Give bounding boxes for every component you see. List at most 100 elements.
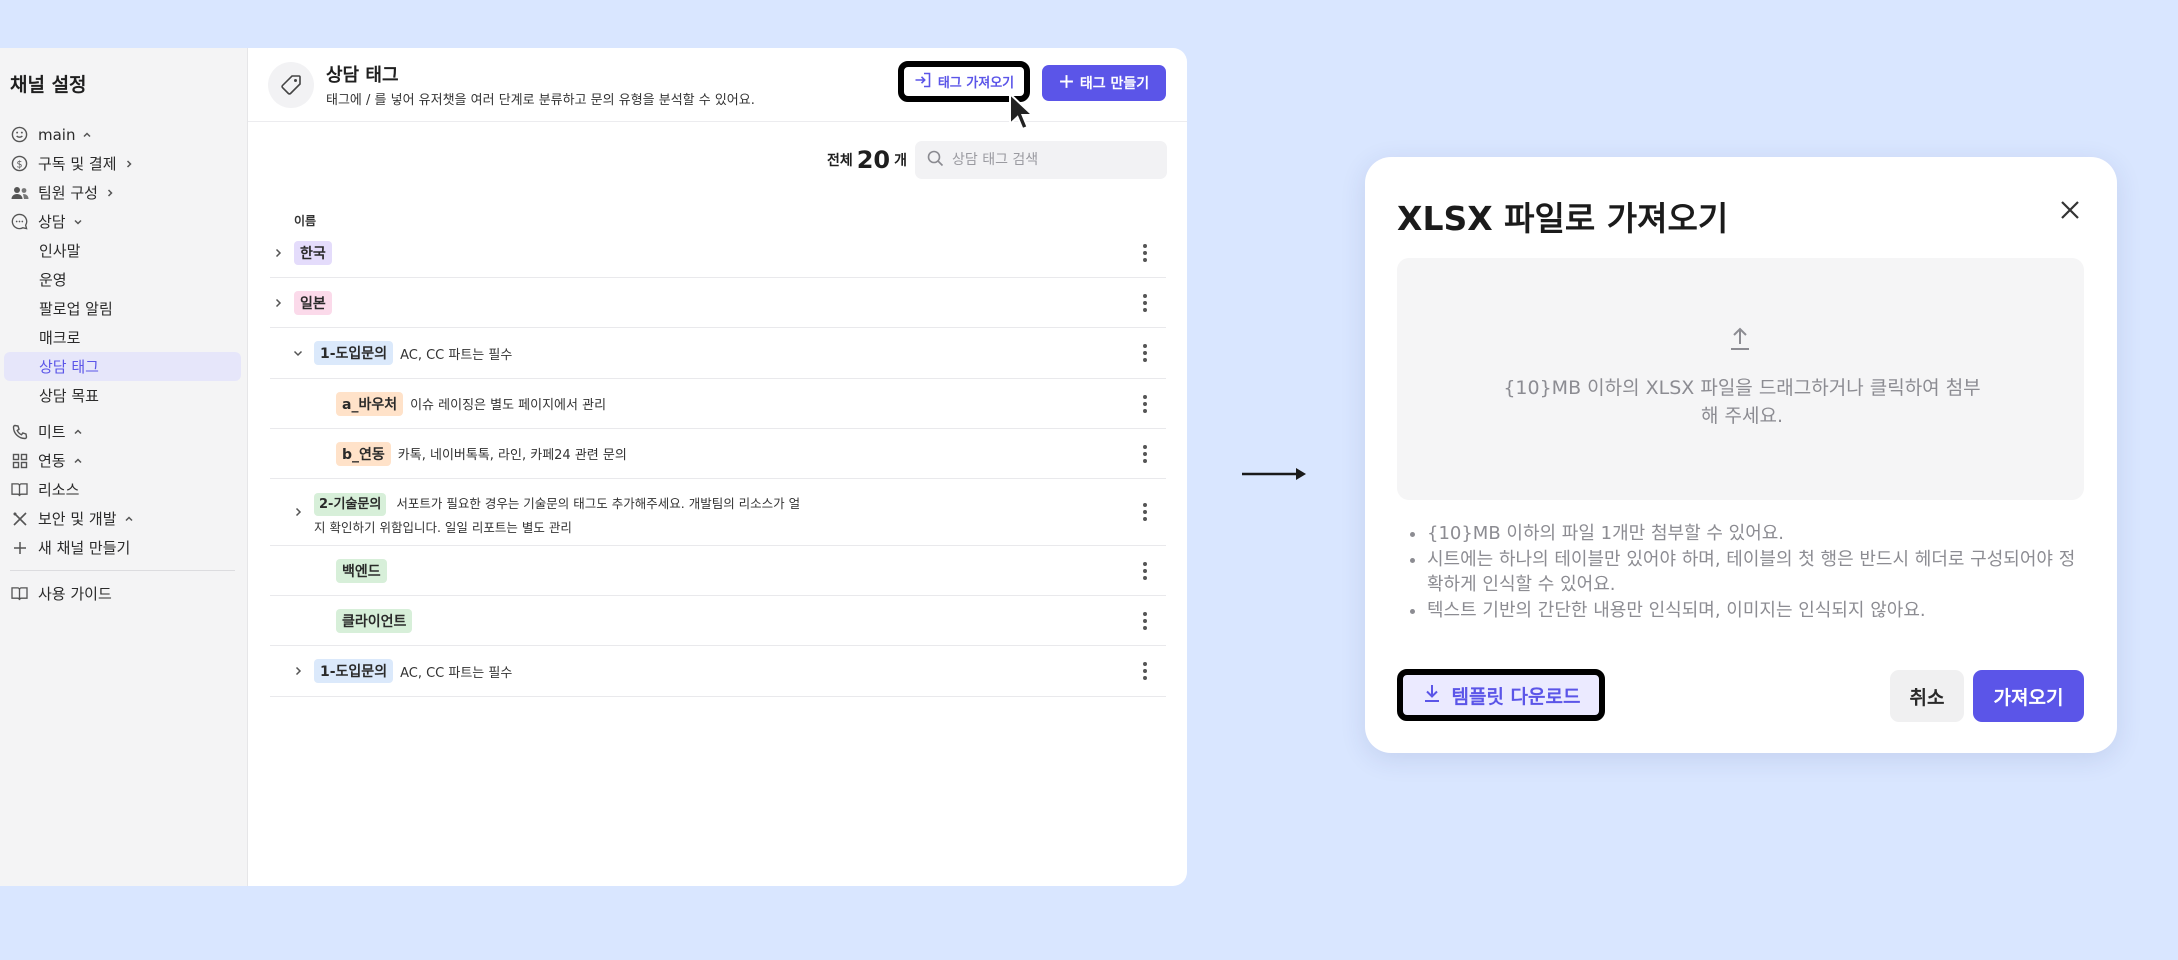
more-options-icon[interactable] bbox=[1142, 293, 1148, 312]
chevron-right-icon bbox=[123, 158, 135, 170]
tag-description: AC, CC 파트는 필수 bbox=[400, 347, 513, 363]
sidebar-item-team[interactable]: 팀원 구성 bbox=[0, 178, 247, 207]
chevron-right-icon bbox=[104, 187, 116, 199]
column-header-name: 이름 bbox=[294, 214, 317, 228]
more-options-icon[interactable] bbox=[1142, 344, 1148, 362]
sidebar-item-label: 운영 bbox=[39, 271, 67, 289]
table-row[interactable]: 1-도입문의 AC, CC 파트는 필수 bbox=[270, 646, 1166, 697]
more-options-icon[interactable] bbox=[1142, 662, 1148, 680]
sidebar-item-greeting[interactable]: 인사말 bbox=[0, 236, 247, 265]
chevron-up-icon bbox=[72, 426, 84, 438]
tag-icon bbox=[268, 62, 314, 108]
sidebar-item-main[interactable]: main bbox=[0, 120, 247, 149]
more-options-icon[interactable] bbox=[1142, 444, 1148, 463]
tag-description: 이슈 레이징은 별도 페이지에서 관리 bbox=[410, 398, 607, 413]
sidebar-item-consult-tag[interactable]: 상담 태그 bbox=[4, 352, 241, 381]
chevron-up-icon bbox=[123, 513, 135, 525]
tag-description: 서포트가 필요한 경우는 기술문의 태그도 추가해주세요. 개발팀의 리소스가 … bbox=[396, 496, 801, 511]
count-suffix: 개 bbox=[894, 153, 907, 169]
sidebar-item-consult-goal[interactable]: 상담 목표 bbox=[0, 381, 247, 410]
table-row[interactable]: 2-기술문의 서포트가 필요한 경우는 기술문의 태그도 추가해주세요. 개발팀… bbox=[270, 479, 1166, 546]
sidebar-item-label: 연동 bbox=[38, 452, 66, 470]
page-header: 상담 태그 태그에 / 를 넣어 유저챗을 여러 단계로 분류하고 문의 유형을… bbox=[248, 48, 1187, 131]
close-icon[interactable] bbox=[2057, 197, 2083, 223]
cancel-button[interactable]: 취소 bbox=[1890, 670, 1964, 722]
sidebar-item-label: 상담 태그 bbox=[39, 358, 99, 376]
more-options-icon[interactable] bbox=[1142, 561, 1148, 580]
tag-count: 20 bbox=[856, 146, 891, 174]
sidebar-divider bbox=[10, 570, 235, 571]
upload-icon bbox=[1728, 326, 1752, 356]
arrow-right-icon bbox=[1240, 464, 1310, 488]
download-template-button[interactable]: 템플릿 다운로드 bbox=[1397, 669, 1605, 721]
tag-chip: 백엔드 bbox=[336, 558, 387, 583]
page-description: 태그에 / 를 넣어 유저챗을 여러 단계로 분류하고 문의 유형을 분석할 수… bbox=[326, 93, 755, 108]
tag-chip: 2-기술문의 bbox=[314, 493, 387, 516]
sidebar-item-operation[interactable]: 운영 bbox=[0, 265, 247, 294]
sidebar-item-label: 팀원 구성 bbox=[38, 184, 98, 202]
plus-icon bbox=[10, 538, 29, 557]
more-options-icon[interactable] bbox=[1142, 503, 1148, 521]
sidebar-item-followup[interactable]: 팔로업 알림 bbox=[0, 294, 247, 323]
count-prefix: 전체 bbox=[826, 153, 853, 169]
sidebar-item-guide[interactable]: 사용 가이드 bbox=[0, 579, 247, 608]
table-row[interactable]: b_연동 카톡, 네이버톡톡, 라인, 카페24 관련 문의 bbox=[270, 429, 1166, 479]
sidebar-item-label: 구독 및 결제 bbox=[38, 155, 117, 173]
more-options-icon[interactable] bbox=[1142, 611, 1148, 630]
chevron-right-icon[interactable] bbox=[290, 504, 306, 520]
search-input[interactable] bbox=[952, 152, 1152, 168]
sidebar-item-new-channel[interactable]: 새 채널 만들기 bbox=[0, 533, 247, 562]
tag-chip: 한국 bbox=[294, 240, 332, 265]
tools-icon bbox=[10, 509, 29, 528]
more-options-icon[interactable] bbox=[1142, 394, 1148, 413]
table-row[interactable]: 일본 bbox=[270, 278, 1166, 328]
download-template-label: 템플릿 다운로드 bbox=[1451, 685, 1581, 708]
main-content: 상담 태그 태그에 / 를 넣어 유저챗을 여러 단계로 분류하고 문의 유형을… bbox=[248, 48, 1187, 886]
import-icon bbox=[914, 72, 932, 92]
table-row[interactable]: 백엔드 bbox=[270, 546, 1166, 596]
create-tag-label: 태그 만들기 bbox=[1079, 76, 1150, 92]
chevron-down-icon[interactable] bbox=[290, 345, 306, 361]
import-notes: {10}MB 이하의 파일 1개만 첨부할 수 있어요. 시트에는 하나의 테이… bbox=[1427, 521, 2087, 624]
sidebar-item-label: 사용 가이드 bbox=[38, 585, 112, 603]
download-icon bbox=[1422, 683, 1442, 708]
table-row[interactable]: 1-도입문의 AC, CC 파트는 필수 bbox=[270, 328, 1166, 379]
import-button[interactable]: 가져오기 bbox=[1973, 670, 2084, 722]
note-item: {10}MB 이하의 파일 1개만 첨부할 수 있어요. bbox=[1427, 521, 2087, 546]
tag-chip: 클라이언트 bbox=[336, 608, 413, 633]
book-icon bbox=[10, 480, 29, 499]
sidebar-item-label: 상담 bbox=[38, 213, 66, 231]
dollar-icon: $ bbox=[10, 154, 29, 173]
search-box[interactable] bbox=[915, 141, 1167, 179]
table-row[interactable]: a_바우처 이슈 레이징은 별도 페이지에서 관리 bbox=[270, 379, 1166, 429]
tag-description-continued: 지 확인하기 위함입니다. 일일 리포트는 별도 관리 bbox=[314, 520, 572, 535]
users-icon bbox=[10, 183, 29, 202]
sidebar-item-billing[interactable]: $ 구독 및 결제 bbox=[0, 149, 247, 178]
more-options-icon[interactable] bbox=[1142, 243, 1148, 262]
chevron-right-icon[interactable] bbox=[270, 245, 286, 261]
sidebar-item-meet[interactable]: 미트 bbox=[0, 417, 247, 446]
sidebar-item-integration[interactable]: 연동 bbox=[0, 446, 247, 475]
sidebar-item-label: 인사말 bbox=[39, 242, 81, 260]
plus-icon bbox=[1059, 74, 1074, 93]
chevron-right-icon[interactable] bbox=[290, 663, 306, 679]
sidebar-item-label: main bbox=[38, 125, 76, 144]
create-tag-button[interactable]: 태그 만들기 bbox=[1042, 65, 1166, 101]
chevron-right-icon[interactable] bbox=[270, 295, 286, 311]
book-icon bbox=[10, 584, 29, 603]
grid-icon bbox=[10, 451, 29, 470]
file-dropzone[interactable]: {10}MB 이하의 XLSX 파일을 드래그하거나 클릭하여 첨부해 주세요. bbox=[1397, 258, 2084, 500]
page-title: 상담 태그 bbox=[326, 65, 399, 86]
sidebar-item-label: 상담 목표 bbox=[39, 387, 99, 405]
table-row[interactable]: 클라이언트 bbox=[270, 596, 1166, 646]
sidebar-item-label: 매크로 bbox=[39, 329, 81, 347]
sidebar-item-macro[interactable]: 매크로 bbox=[0, 323, 247, 352]
tag-row-content: 2-기술문의 서포트가 필요한 경우는 기술문의 태그도 추가해주세요. 개발팀… bbox=[314, 492, 854, 538]
sidebar-item-consult[interactable]: 상담 bbox=[0, 207, 247, 236]
sidebar-item-security[interactable]: 보안 및 개발 bbox=[0, 504, 247, 533]
chevron-down-icon bbox=[72, 216, 84, 228]
table-row[interactable]: 한국 bbox=[270, 228, 1166, 278]
sidebar-item-label: 새 채널 만들기 bbox=[38, 539, 131, 557]
sidebar-item-resource[interactable]: 리소스 bbox=[0, 475, 247, 504]
phone-icon bbox=[10, 422, 29, 441]
